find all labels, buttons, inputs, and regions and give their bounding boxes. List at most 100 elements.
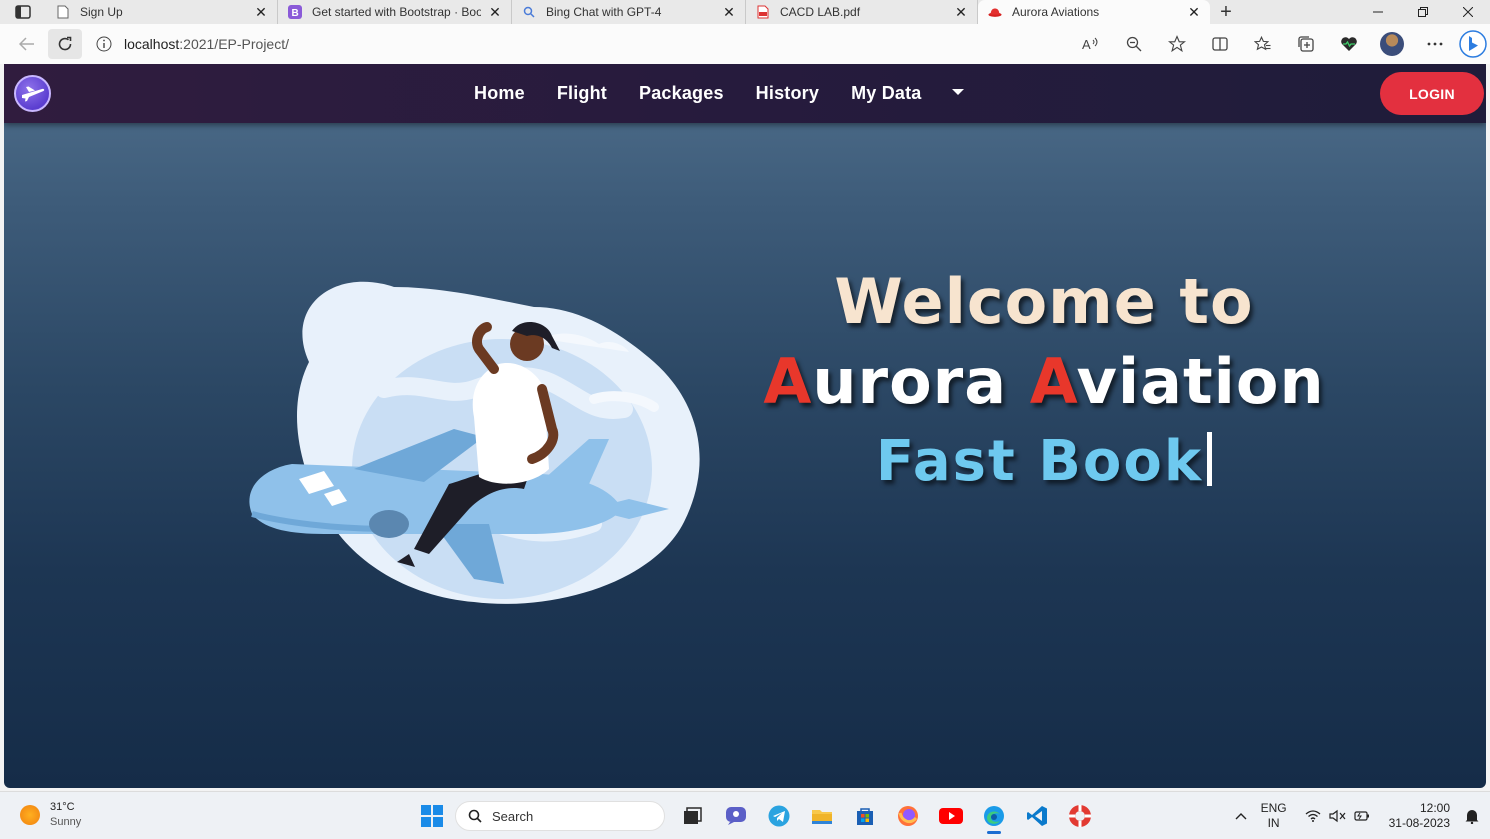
star-icon: [1167, 35, 1186, 53]
pdf-icon: [756, 5, 770, 19]
tab-title: Get started with Bootstrap · Boot: [312, 5, 481, 19]
site-logo[interactable]: [14, 75, 51, 112]
search-icon: [468, 809, 482, 823]
vscode-icon: [1026, 806, 1047, 826]
extensions-button[interactable]: [1327, 29, 1370, 59]
nav-packages[interactable]: Packages: [639, 83, 724, 104]
browser-toolbar: A: [1069, 29, 1490, 59]
zoom-out-button[interactable]: [1112, 29, 1155, 59]
app-button[interactable]: [1058, 798, 1101, 834]
edge-button[interactable]: [972, 798, 1015, 834]
weather-condition: Sunny: [50, 816, 82, 828]
typing-cursor: [1207, 432, 1213, 486]
more-button[interactable]: [1413, 29, 1456, 59]
tab-aurora-aviations[interactable]: Aurora Aviations ✕: [978, 0, 1210, 24]
login-button[interactable]: LOGIN: [1380, 72, 1484, 115]
chat-button[interactable]: [714, 798, 757, 834]
system-tray: ENG IN 12:00 31-08-2023: [1235, 798, 1480, 834]
language-indicator[interactable]: ENG IN: [1261, 801, 1287, 831]
url-field[interactable]: localhost:2021/EP-Project/: [96, 29, 1056, 59]
region-code: IN: [1267, 816, 1280, 830]
notification-icon[interactable]: [1464, 808, 1480, 824]
tab-actions-button[interactable]: [0, 0, 46, 24]
read-aloud-button[interactable]: A: [1069, 29, 1112, 59]
sun-icon: [20, 805, 40, 825]
minimize-button[interactable]: [1355, 0, 1400, 24]
search-icon: [522, 5, 536, 19]
nav-flight[interactable]: Flight: [557, 83, 607, 104]
copilot-button[interactable]: [1456, 29, 1490, 59]
page-icon: [56, 5, 70, 19]
dropdown-caret-icon[interactable]: [951, 88, 964, 95]
hero-headline: Welcome to Aurora Aviation Fast Book: [664, 264, 1424, 500]
tab-bing-chat[interactable]: Bing Chat with GPT-4 ✕: [512, 0, 746, 24]
chat-icon: [725, 807, 746, 825]
nav-links: Home Flight Packages History My Data: [474, 64, 964, 123]
wifi-icon[interactable]: [1305, 810, 1321, 822]
close-window-button[interactable]: [1445, 0, 1490, 24]
split-screen-button[interactable]: [1198, 29, 1241, 59]
brand-word-1: urora: [812, 345, 1030, 418]
close-icon[interactable]: ✕: [253, 4, 269, 20]
windows-icon: [420, 805, 443, 827]
svg-text:A: A: [1082, 37, 1091, 51]
tab-cacd-pdf[interactable]: CACD LAB.pdf ✕: [746, 0, 978, 24]
tab-sign-up[interactable]: Sign Up ✕: [46, 0, 278, 24]
split-screen-icon: [1211, 37, 1228, 51]
info-icon[interactable]: [96, 36, 112, 52]
close-icon[interactable]: ✕: [721, 4, 737, 20]
zoom-out-icon: [1126, 36, 1141, 52]
site-navbar: Home Flight Packages History My Data LOG…: [4, 64, 1486, 123]
profile-button[interactable]: [1370, 29, 1413, 59]
nav-history[interactable]: History: [756, 83, 819, 104]
read-aloud-icon: A: [1082, 37, 1097, 51]
store-icon: [856, 808, 873, 825]
youtube-button[interactable]: [929, 798, 972, 834]
tab-title: CACD LAB.pdf: [780, 5, 861, 19]
store-button[interactable]: [843, 798, 886, 834]
folder-icon: [811, 810, 832, 824]
file-explorer-button[interactable]: [800, 798, 843, 834]
nav-home[interactable]: Home: [474, 83, 525, 104]
favorites-button[interactable]: [1241, 29, 1284, 59]
close-icon[interactable]: ✕: [487, 4, 503, 20]
task-view-icon: [683, 807, 702, 824]
firefox-button[interactable]: [886, 798, 929, 834]
redhat-icon: [988, 5, 1002, 19]
hero-welcome: Welcome to: [834, 265, 1254, 338]
close-icon: [1462, 7, 1473, 17]
task-view-button[interactable]: [671, 798, 714, 834]
telegram-button[interactable]: [757, 798, 800, 834]
back-button[interactable]: [10, 29, 44, 59]
hero-typing-text: Fast Book: [664, 424, 1424, 500]
close-icon[interactable]: ✕: [1186, 4, 1202, 20]
tab-title: Sign Up: [80, 5, 123, 19]
taskbar-apps: Search: [410, 798, 1101, 834]
airplane-illustration: [249, 281, 700, 604]
weather-widget[interactable]: 31°C Sunny: [20, 800, 81, 830]
battery-icon[interactable]: [1353, 809, 1371, 823]
tab-bootstrap[interactable]: B Get started with Bootstrap · Boot ✕: [278, 0, 512, 24]
reload-button[interactable]: [48, 29, 82, 59]
restore-button[interactable]: [1400, 0, 1445, 24]
bootstrap-icon: B: [288, 5, 302, 19]
clock[interactable]: 12:00 31-08-2023: [1389, 801, 1450, 831]
close-icon[interactable]: ✕: [953, 4, 969, 20]
collections-button[interactable]: [1284, 29, 1327, 59]
tab-actions-icon: [15, 5, 31, 19]
taskbar-search[interactable]: Search: [455, 801, 665, 831]
temperature: 31°C: [50, 801, 75, 813]
volume-muted-icon[interactable]: [1329, 809, 1347, 823]
youtube-icon: [938, 808, 963, 824]
chevron-up-icon[interactable]: [1235, 812, 1247, 820]
search-placeholder: Search: [492, 808, 534, 824]
start-button[interactable]: [410, 798, 453, 834]
tab-title: Aurora Aviations: [1012, 5, 1100, 19]
reload-icon: [58, 36, 72, 51]
vscode-button[interactable]: [1015, 798, 1058, 834]
nav-my-data[interactable]: My Data: [851, 83, 921, 104]
favorite-button[interactable]: [1155, 29, 1198, 59]
plus-icon: +: [1220, 0, 1232, 23]
new-tab-button[interactable]: +: [1210, 0, 1242, 24]
collections-icon: [1297, 36, 1314, 52]
